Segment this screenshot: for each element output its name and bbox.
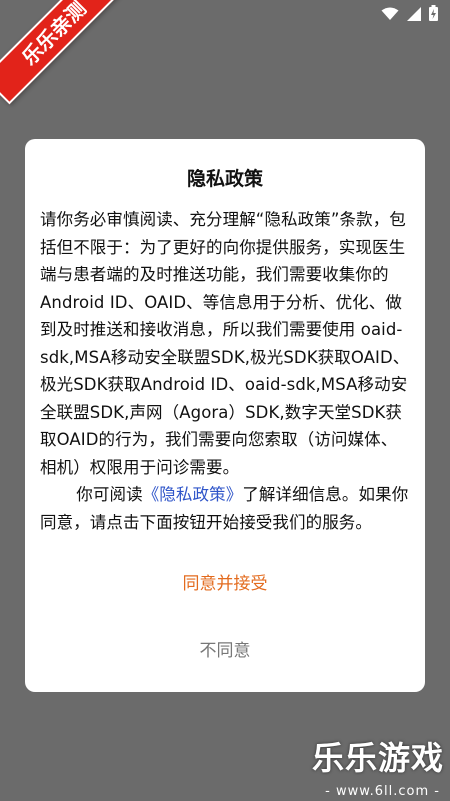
dialog-title: 隐私政策 xyxy=(186,168,263,190)
watermark-brand: 乐乐游戏 xyxy=(311,739,444,777)
watermark-url: - www.6ll.com - xyxy=(325,784,440,799)
policy-paragraph: 请你务必审慎阅读、充分理解“隐私政策”条款，包括但不限于：为了更好的向你提供服务… xyxy=(40,210,410,477)
disagree-button[interactable]: 不同意 xyxy=(25,636,425,661)
battery-charging-icon xyxy=(429,5,438,25)
policy-paragraph-2: 你可阅读《隐私政策》了解详细信息。如果你同意，请点击下面按钮开始接受我们的服务。 xyxy=(40,481,410,536)
paragraph-prefix: 你可阅读 xyxy=(76,485,143,504)
status-icons xyxy=(381,5,438,25)
wifi-icon xyxy=(381,6,399,25)
privacy-policy-link[interactable]: 《隐私政策》 xyxy=(143,485,243,504)
agree-button[interactable]: 同意并接受 xyxy=(25,569,425,594)
dialog-body: 请你务必审慎阅读、充分理解“隐私政策”条款，包括但不限于：为了更好的向你提供服务… xyxy=(40,206,410,536)
signal-icon xyxy=(407,6,421,25)
privacy-policy-dialog: 隐私政策 请你务必审慎阅读、充分理解“隐私政策”条款，包括但不限于：为了更好的向… xyxy=(25,139,425,692)
